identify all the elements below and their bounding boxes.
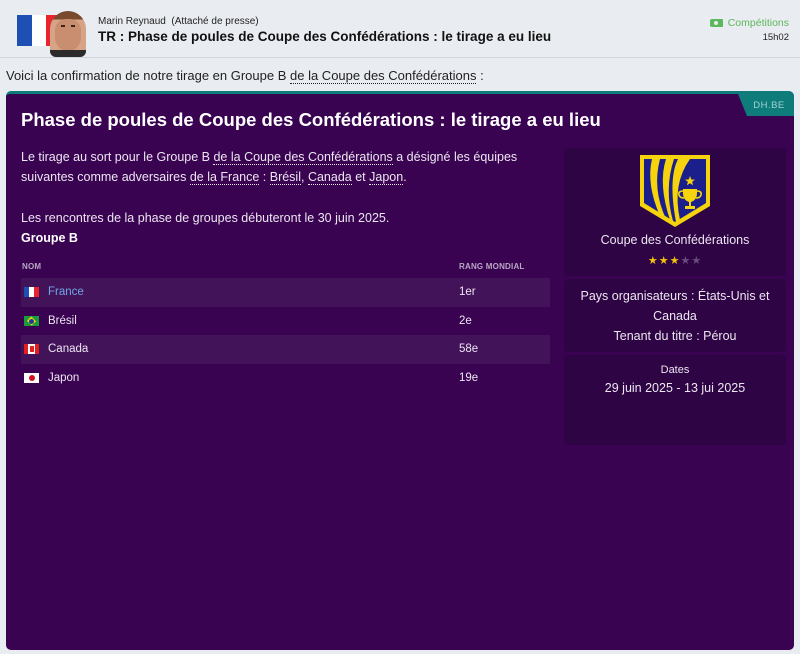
- competition-panel: Coupe des Confédérations ★★★★★: [564, 148, 786, 276]
- dates-panel: Dates 29 juin 2025 - 13 jui 2025: [564, 355, 786, 445]
- title-holder-text: Tenant du titre : Pérou: [613, 329, 737, 343]
- japan-flag-icon: [24, 372, 39, 383]
- team-link-canada[interactable]: Canada: [307, 170, 352, 185]
- table-row[interactable]: Canada 58e: [21, 335, 550, 364]
- team-rank: 19e: [459, 371, 479, 384]
- competition-rating: ★★★★★: [564, 254, 786, 267]
- news-body: Le tirage au sort pour le Groupe B de la…: [21, 147, 521, 248]
- sender-line: Marin Reynaud (Attaché de presse): [98, 16, 259, 27]
- team-link-bresil[interactable]: Brésil: [269, 170, 301, 185]
- intro-text: Voici la confirmation de notre tirage en…: [6, 68, 484, 84]
- text: ,: [301, 170, 308, 184]
- message-subject: TR : Phase de poules de Coupe des Conféd…: [98, 29, 552, 44]
- team-name[interactable]: Brésil: [48, 315, 77, 327]
- star-empty-icon: ★: [691, 255, 703, 267]
- team-rank: 2e: [459, 314, 472, 327]
- column-header-name[interactable]: NOM: [21, 262, 459, 271]
- team-link-france[interactable]: de la France: [189, 170, 260, 185]
- text: et: [351, 170, 370, 184]
- table-header: NOM RANG MONDIAL: [21, 254, 550, 278]
- news-source-badge: DH.BE: [738, 94, 794, 116]
- news-title: Phase de poules de Coupe des Confédérati…: [21, 109, 601, 130]
- news-paragraph-1: Le tirage au sort pour le Groupe B de la…: [21, 147, 521, 187]
- star-filled-icon: ★: [658, 255, 670, 267]
- competition-name[interactable]: Coupe des Confédérations: [564, 233, 786, 247]
- column-header-rank[interactable]: RANG MONDIAL: [459, 262, 550, 271]
- table-row[interactable]: France 1er: [21, 278, 550, 307]
- star-filled-icon: ★: [647, 255, 659, 267]
- category-label: Compétitions: [727, 17, 789, 29]
- news-card: DH.BE Phase de poules de Coupe des Confé…: [6, 91, 794, 650]
- team-link-japon[interactable]: Japon: [369, 170, 404, 185]
- canada-flag-icon: [24, 344, 39, 355]
- text: :: [259, 170, 270, 184]
- news-paragraph-2: Les rencontres de la phase de groupes dé…: [21, 211, 390, 225]
- brazil-flag-icon: [24, 315, 39, 326]
- sender-role: (Attaché de presse): [171, 16, 259, 27]
- dates-value: 29 juin 2025 - 13 jui 2025: [604, 381, 746, 395]
- hosts-text: Pays organisateurs : États-Unis et Canad…: [580, 289, 770, 323]
- confederations-cup-crest-icon[interactable]: [638, 154, 712, 228]
- message-header: Marin Reynaud (Attaché de presse) TR : P…: [0, 0, 800, 58]
- team-rank: 58e: [459, 343, 479, 356]
- competition-link[interactable]: de la Coupe des Confédérations: [290, 68, 477, 84]
- team-name[interactable]: Canada: [48, 343, 88, 355]
- category-tag[interactable]: Compétitions: [709, 17, 789, 29]
- sender-avatar[interactable]: [50, 11, 86, 57]
- hosts-panel: Pays organisateurs : États-Unis et Canad…: [564, 279, 786, 352]
- star-empty-icon: ★: [680, 255, 692, 267]
- table-row[interactable]: Brésil 2e: [21, 307, 550, 336]
- text: Le tirage au sort pour le Groupe B: [21, 150, 214, 164]
- text: .: [403, 170, 407, 184]
- dates-label: Dates: [660, 364, 690, 376]
- team-rank: 1er: [459, 286, 476, 299]
- team-name[interactable]: Japon: [48, 372, 79, 384]
- sender-name[interactable]: Marin Reynaud: [98, 16, 166, 27]
- group-table: NOM RANG MONDIAL France 1er Brésil 2e Ca…: [21, 254, 550, 392]
- message-time: 15h02: [762, 32, 789, 43]
- table-row[interactable]: Japon 19e: [21, 364, 550, 393]
- star-filled-icon: ★: [669, 255, 681, 267]
- intro-prefix: Voici la confirmation de notre tirage en…: [6, 68, 290, 83]
- team-name[interactable]: France: [48, 286, 84, 298]
- group-label: Groupe B: [21, 231, 78, 245]
- tag-icon: [709, 19, 723, 27]
- intro-suffix: :: [476, 68, 484, 83]
- competition-link[interactable]: de la Coupe des Confédérations: [213, 150, 393, 165]
- france-flag-icon: [24, 287, 39, 298]
